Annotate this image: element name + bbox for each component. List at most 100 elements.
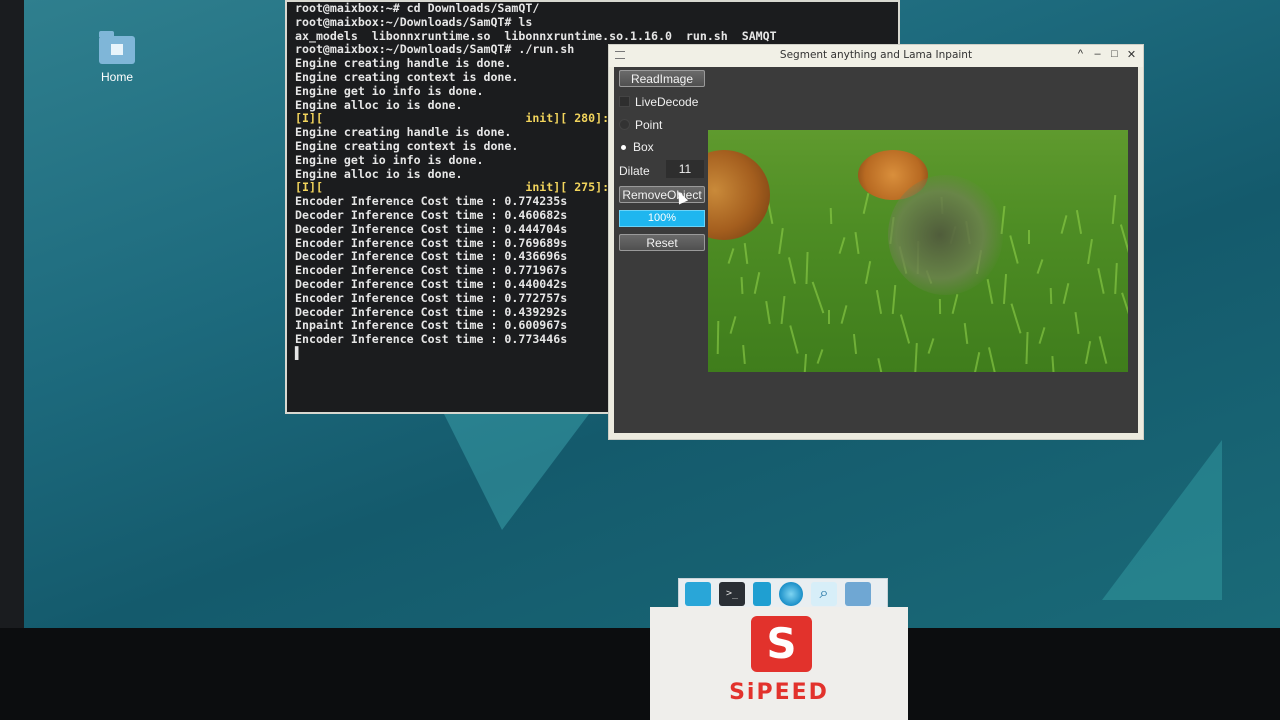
grass-blade: [864, 261, 872, 284]
grass-blade: [854, 231, 860, 255]
read-image-button[interactable]: ReadImage: [619, 70, 705, 87]
box-radio[interactable]: Box: [619, 140, 654, 154]
grass-blade: [951, 294, 959, 314]
grass-blade: [875, 290, 883, 314]
grass-blade: [927, 338, 935, 354]
desktop-icon[interactable]: [685, 582, 711, 606]
grass-blade: [1049, 287, 1053, 305]
maximize-icon[interactable]: □: [1109, 48, 1120, 61]
grass-blade: [1009, 235, 1019, 264]
grass-blade: [1060, 215, 1068, 234]
dilate-spinbox[interactable]: 11: [666, 160, 704, 178]
grass-blade: [1084, 341, 1092, 364]
sipeed-logo-icon: S: [751, 616, 812, 672]
grass-blade: [914, 342, 918, 372]
browser-icon[interactable]: [779, 582, 803, 606]
checkbox-box-icon: [619, 96, 630, 107]
grass-blade: [838, 237, 846, 254]
app-content: ReadImage LiveDecode Point Box Dilate 11…: [614, 67, 1138, 433]
grass-blade: [743, 242, 749, 265]
grass-blade: [716, 320, 720, 355]
live-decode-checkbox[interactable]: LiveDecode: [619, 95, 698, 109]
grass-blade: [828, 310, 830, 324]
minimize-icon[interactable]: –: [1092, 48, 1103, 61]
point-radio[interactable]: Point: [619, 118, 662, 132]
radio-unchecked-icon: [619, 119, 630, 130]
grass-blade: [1028, 230, 1030, 244]
grass-blade: [753, 272, 761, 294]
terminal-line: root@maixbox:~# cd Downloads/SamQT/: [295, 1, 540, 15]
home-folder-icon: [99, 31, 135, 64]
taskbar-dock: >_ ⌕: [678, 578, 888, 610]
grass-blade: [1098, 336, 1108, 364]
wallpaper-shard: [1102, 440, 1222, 600]
grass-blade: [938, 298, 942, 315]
grass-blade: [1051, 355, 1055, 372]
terminal-line: ax_models libonnxruntime.so libonnxrunti…: [295, 28, 777, 43]
window-controls: ^ – □ ✕: [1075, 48, 1137, 61]
grass-blade: [802, 353, 808, 372]
box-label: Box: [633, 140, 654, 154]
grass-blade: [829, 207, 833, 225]
dilate-label: Dilate: [619, 164, 650, 178]
monitor-bezel: [0, 0, 24, 640]
progress-bar: 100%: [619, 210, 705, 227]
desktop-home-shortcut[interactable]: Home: [82, 31, 152, 84]
wallpaper-shard: [442, 410, 592, 530]
grass-blade: [840, 305, 848, 324]
terminal-line: root@maixbox:~/Downloads/SamQT# ls: [295, 14, 533, 29]
brand-text: SiPEED: [729, 680, 829, 705]
point-label: Point: [635, 118, 663, 132]
grass-blade: [1087, 238, 1093, 265]
help-icon[interactable]: ^: [1075, 48, 1086, 61]
folder-icon[interactable]: [845, 582, 871, 606]
sam-lama-window[interactable]: Segment anything and Lama Inpaint ^ – □ …: [608, 44, 1144, 440]
grass-blade: [1121, 292, 1128, 324]
search-icon[interactable]: ⌕: [811, 582, 837, 606]
terminal-icon[interactable]: >_: [719, 582, 745, 606]
grass-blade: [1114, 262, 1118, 295]
grass-blade: [1025, 331, 1029, 365]
window-title: Segment anything and Lama Inpaint: [779, 49, 973, 61]
sipeed-badge: S SiPEED: [650, 607, 908, 720]
grass-blade: [1036, 259, 1044, 274]
grass-blade: [811, 281, 825, 314]
grass-blade: [877, 358, 885, 372]
grass-blade: [986, 279, 994, 304]
grass-blade: [973, 352, 981, 372]
grass-blade: [1075, 210, 1083, 234]
live-decode-label: LiveDecode: [635, 95, 699, 109]
grass-blade: [729, 316, 737, 334]
reset-button[interactable]: Reset: [619, 234, 705, 251]
monitor-bezel: [0, 628, 1280, 720]
image-canvas[interactable]: [708, 130, 1128, 372]
grass-blade: [963, 322, 969, 345]
close-icon[interactable]: ✕: [1126, 48, 1137, 61]
grass-blade: [1097, 268, 1105, 294]
grass-blade: [742, 344, 746, 365]
grass-blade: [1062, 283, 1070, 304]
grass-blade: [1002, 273, 1008, 305]
home-label: Home: [100, 70, 133, 84]
grass-blade: [805, 251, 809, 285]
files-icon[interactable]: [753, 582, 771, 606]
grass-blade: [899, 314, 911, 344]
grass-blade: [778, 227, 784, 255]
grass-blade: [862, 193, 870, 214]
grass-blade: [740, 276, 744, 295]
grass-blade: [765, 300, 771, 325]
grass-blade: [1038, 327, 1046, 344]
radio-checked-icon: [619, 143, 628, 152]
grass-blade: [1111, 194, 1117, 225]
grass-blade: [789, 325, 799, 354]
grass-blade: [852, 333, 858, 355]
grass-blade: [1074, 311, 1080, 335]
grass-blade: [816, 349, 824, 364]
inpainted-region: [888, 175, 1003, 295]
grass-blade: [787, 257, 797, 284]
grass-blade: [1010, 303, 1022, 334]
remove-object-button[interactable]: RemoveObject: [619, 186, 705, 203]
grass-blade: [891, 284, 897, 315]
hedgehog-image-region: [708, 150, 770, 240]
window-titlebar[interactable]: Segment anything and Lama Inpaint ^ – □ …: [609, 45, 1143, 67]
